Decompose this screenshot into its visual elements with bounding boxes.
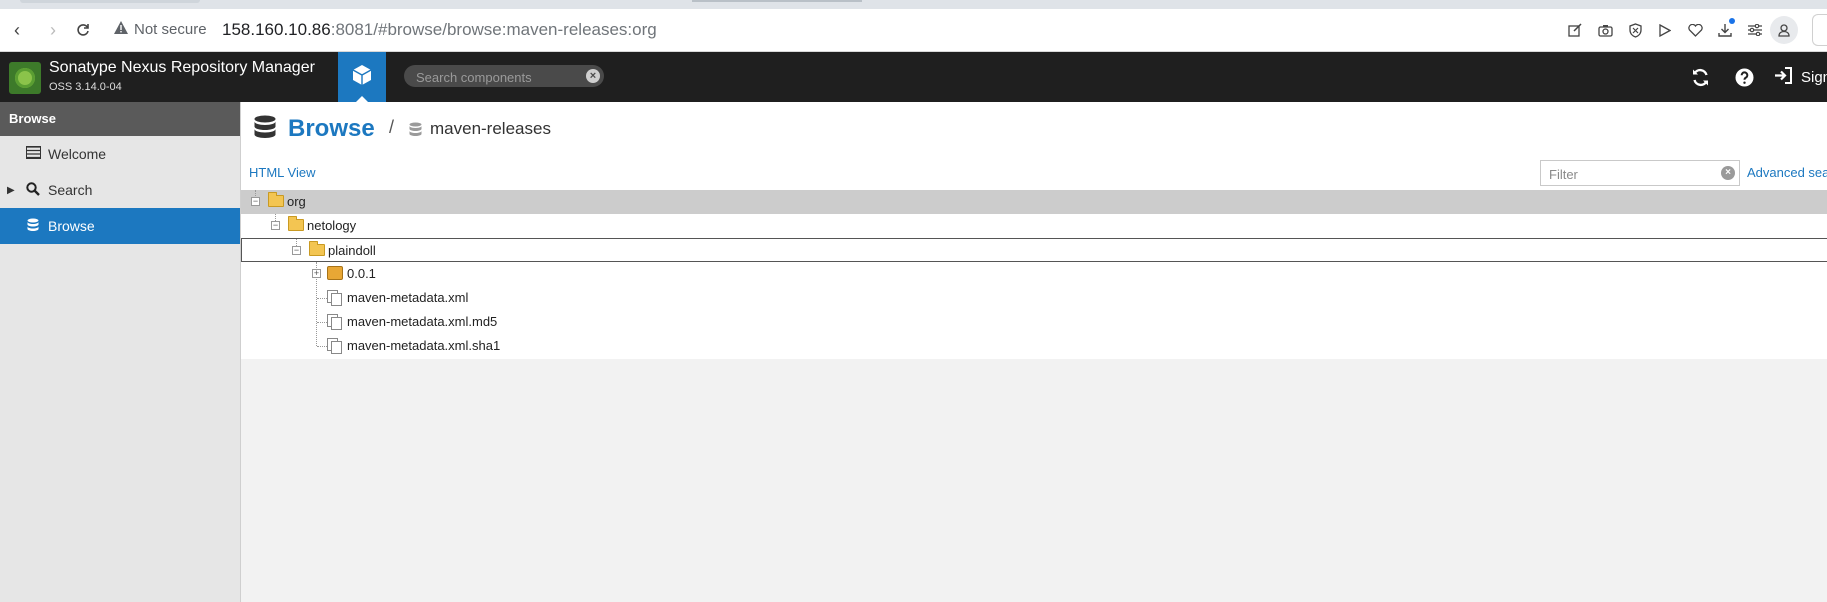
browse-toolbar: HTML View × Advanced sea: [241, 156, 1827, 190]
collapse-icon[interactable]: −: [271, 221, 280, 230]
breadcrumb-browse-link[interactable]: Browse: [288, 115, 375, 143]
tree-row-file[interactable]: maven-metadata.xml: [241, 286, 1827, 310]
breadcrumb: Browse / maven-releases: [241, 102, 1827, 156]
shield-icon[interactable]: [1620, 15, 1650, 45]
reload-icon[interactable]: [72, 19, 94, 41]
tree-node-label: org: [287, 194, 306, 209]
app-version: OSS 3.14.0-04: [49, 81, 122, 93]
advanced-search-link[interactable]: Advanced sea: [1747, 165, 1827, 180]
edit-icon[interactable]: [1560, 15, 1590, 45]
sidebar-item-label: Browse: [48, 218, 95, 234]
side-panel-edge: [1812, 14, 1827, 46]
browser-tabstrip: [0, 0, 1827, 9]
collapse-icon[interactable]: −: [251, 197, 260, 206]
camera-icon[interactable]: [1590, 15, 1620, 45]
nexus-logo[interactable]: [9, 62, 41, 94]
download-icon[interactable]: [1710, 15, 1740, 45]
warning-icon: [114, 21, 128, 38]
filter-clear-icon[interactable]: ×: [1721, 166, 1735, 180]
filter-field: ×: [1540, 160, 1740, 187]
component-tree: − org − netology − plaindoll + 0.0.1 mav…: [241, 190, 1827, 359]
collapse-icon[interactable]: −: [292, 246, 301, 255]
url-host: 158.160.10.86: [222, 20, 331, 39]
sidebar: Browse Welcome ▶ Search Browse: [0, 102, 241, 602]
tree-node-label: maven-metadata.xml.md5: [347, 314, 498, 329]
list-icon: [24, 146, 42, 162]
folder-open-icon: [309, 241, 325, 256]
sign-in-label: Sign: [1801, 68, 1827, 86]
search-components-input[interactable]: [414, 65, 583, 89]
heart-icon[interactable]: [1680, 15, 1710, 45]
search-icon: [24, 181, 42, 199]
tree-row-plaindoll[interactable]: − plaindoll: [241, 238, 1827, 262]
tree-row-netology[interactable]: − netology: [241, 214, 1827, 238]
component-search: ×: [404, 65, 604, 89]
tree-node-label: netology: [307, 218, 357, 233]
tree-connector: [317, 346, 327, 347]
sidebar-item-welcome[interactable]: Welcome: [0, 136, 240, 172]
search-clear-icon[interactable]: ×: [586, 69, 600, 83]
security-indicator[interactable]: Not secure: [114, 21, 207, 38]
browser-toolbar: [1560, 9, 1827, 51]
folder-open-icon: [268, 192, 284, 207]
url-field[interactable]: 158.160.10.86:8081/#browse/browse:maven-…: [222, 19, 657, 41]
url-path: :8081/#browse/browse:maven-releases:org: [330, 20, 657, 39]
browser-tab[interactable]: [20, 0, 200, 3]
header-actions: Sign: [1686, 52, 1827, 102]
expand-icon[interactable]: +: [312, 269, 321, 278]
profile-icon[interactable]: [1770, 16, 1798, 44]
file-icon: [327, 338, 342, 354]
download-indicator-dot: [1729, 18, 1735, 24]
tree-node-label: maven-metadata.xml: [347, 290, 469, 305]
refresh-icon[interactable]: [1686, 63, 1714, 91]
tree-connector: [317, 322, 327, 323]
cube-icon: [352, 64, 372, 91]
package-icon: [327, 266, 343, 280]
file-icon: [327, 290, 342, 306]
database-icon: [254, 115, 276, 141]
app-title: Sonatype Nexus Repository Manager: [49, 59, 315, 76]
tree-row-org[interactable]: − org: [241, 190, 1827, 214]
tree-row-file[interactable]: maven-metadata.xml.md5: [241, 310, 1827, 334]
expand-arrow-icon[interactable]: ▶: [7, 185, 15, 196]
sign-in-icon: [1774, 66, 1793, 88]
tree-connector: [317, 298, 327, 299]
tree-row-version[interactable]: + 0.0.1: [241, 262, 1827, 286]
filter-input[interactable]: [1547, 161, 1721, 187]
help-icon[interactable]: [1730, 63, 1758, 91]
play-icon[interactable]: [1650, 15, 1680, 45]
sliders-icon[interactable]: [1740, 15, 1770, 45]
breadcrumb-repository: maven-releases: [430, 119, 551, 138]
popup-edge: [692, 0, 862, 2]
file-icon: [327, 314, 342, 330]
tree-node-label: plaindoll: [328, 243, 376, 258]
database-icon: [24, 218, 42, 235]
sidebar-item-search[interactable]: ▶ Search: [0, 172, 240, 208]
sidebar-item-label: Welcome: [48, 146, 107, 162]
tree-node-label: maven-metadata.xml.sha1: [347, 338, 501, 353]
browser-address-bar: ‹ › Not secure 158.160.10.86:8081/#brows…: [0, 9, 1827, 52]
breadcrumb-separator: /: [389, 117, 395, 137]
sidebar-item-label: Search: [48, 182, 93, 198]
forward-icon[interactable]: ›: [42, 19, 64, 41]
browse-mode-button[interactable]: [338, 52, 386, 102]
sign-in-button[interactable]: Sign: [1774, 66, 1827, 88]
html-view-link[interactable]: HTML View: [249, 165, 315, 180]
sidebar-header: Browse: [0, 102, 240, 136]
sidebar-item-browse[interactable]: Browse: [0, 208, 240, 244]
tree-row-file[interactable]: maven-metadata.xml.sha1: [241, 334, 1827, 358]
folder-open-icon: [288, 216, 304, 231]
tree-node-label: 0.0.1: [347, 266, 376, 281]
app-header: Sonatype Nexus Repository Manager OSS 3.…: [0, 52, 1827, 102]
security-label: Not secure: [134, 21, 207, 38]
repository-icon: [409, 122, 422, 137]
back-icon[interactable]: ‹: [6, 19, 28, 41]
